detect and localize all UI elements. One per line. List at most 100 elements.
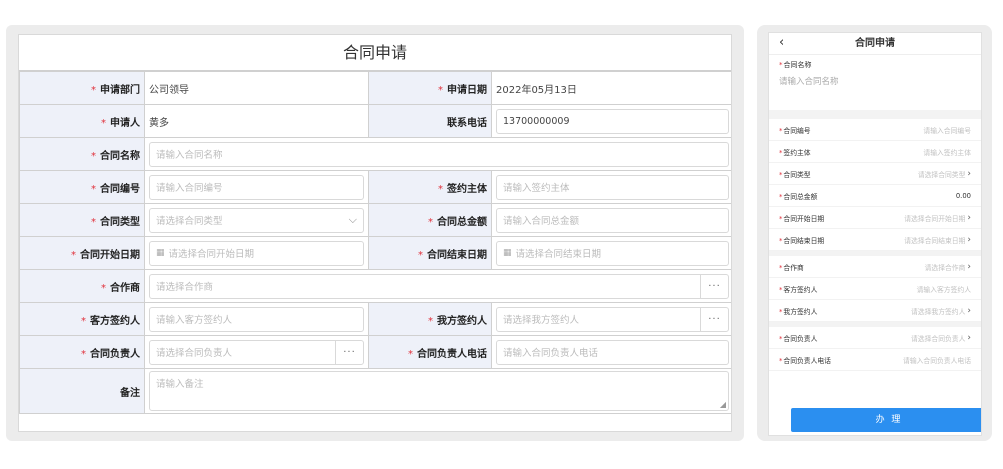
mobile-row-partner[interactable]: *合作商 请选择合作商 › — [769, 256, 981, 278]
more-icon[interactable]: ··· — [700, 273, 728, 299]
row-remark: 备注 请输入备注 ◢ — [19, 368, 731, 414]
row-signers: * 客方签约人 请输入客方签约人 * 我方签约人 请选择我方签约人 ··· — [19, 302, 731, 336]
required-mark: * — [779, 170, 783, 179]
start-date-picker[interactable]: ▦ 请选择合同开始日期 — [149, 240, 364, 266]
required-mark: * — [428, 315, 433, 327]
mobile-contract-name-input[interactable]: 请输入合同名称 — [779, 75, 971, 87]
back-icon[interactable]: ‹ — [779, 35, 784, 50]
chevron-right-icon: › — [967, 332, 971, 343]
required-mark: * — [779, 263, 783, 272]
end-date-picker[interactable]: ▦ 请选择合同结束日期 — [496, 240, 729, 266]
end-label: * 合同结束日期 — [368, 236, 492, 270]
chevron-right-icon: › — [967, 168, 971, 179]
mobile-row-our-signer[interactable]: *我方签约人 请选择我方签约人 › — [769, 300, 981, 322]
signing-subject-input[interactable]: 请输入签约主体 — [496, 174, 729, 200]
required-mark: * — [779, 61, 783, 69]
required-mark: * — [81, 348, 86, 360]
mobile-row-client-signer[interactable]: *客方签约人 请输入客方签约人 — [769, 278, 981, 300]
mobile-row-end[interactable]: *合同结束日期 请选择合同结束日期 › — [769, 229, 981, 251]
resize-handle-icon[interactable]: ◢ — [720, 400, 726, 409]
our-signer-label: * 我方签约人 — [368, 302, 492, 336]
required-mark: * — [101, 117, 106, 129]
chevron-down-icon: ⌵ — [348, 213, 357, 226]
mobile-panel: ‹ 合同申请 *合同名称 请输入合同名称 *合同编号 请输入合同编号 *签约主体… — [757, 25, 992, 441]
mobile-row-type[interactable]: *合同类型 请选择合同类型 › — [769, 163, 981, 185]
client-signer-input[interactable]: 请输入客方签约人 — [149, 306, 364, 332]
amount-label: * 合同总金额 — [368, 203, 492, 237]
required-mark: * — [418, 249, 423, 261]
number-label: * 合同编号 — [19, 170, 145, 204]
our-signer-select[interactable]: 请选择我方签约人 ··· — [496, 306, 729, 332]
partner-label: * 合作商 — [19, 269, 145, 303]
required-mark: * — [71, 249, 76, 261]
required-mark: * — [779, 126, 783, 135]
submit-button[interactable]: 办 理 — [791, 408, 981, 432]
mobile-contract-name-field[interactable]: *合同名称 请输入合同名称 — [769, 55, 981, 110]
remark-label: 备注 — [19, 368, 145, 414]
phone-label: 联系电话 — [368, 104, 492, 138]
owner-label: * 合同负责人 — [19, 335, 145, 369]
owner-select[interactable]: 请选择合同负责人 ··· — [149, 339, 364, 365]
applicant-value: 黄多 — [144, 104, 369, 138]
required-mark: * — [91, 216, 96, 228]
required-mark: * — [438, 84, 443, 96]
row-partner: * 合作商 请选择合作商 ··· — [19, 269, 731, 303]
chevron-right-icon: › — [967, 212, 971, 223]
desktop-panel: 合同申请 * 申请部门 公司领导 * 申请日期 2022年05月13日 * 申请人 黄… — [6, 25, 744, 441]
contract-amount-input[interactable]: 请输入合同总金额 — [496, 207, 729, 233]
contract-type-select[interactable]: 请选择合同类型 ⌵ — [149, 207, 364, 233]
partner-select[interactable]: 请选择合作商 ··· — [149, 273, 729, 299]
contract-name-input[interactable]: 请输入合同名称 — [149, 141, 729, 167]
section-divider — [769, 110, 981, 119]
mobile-row-owner-phone[interactable]: *合同负责人电话 请输入合同负责人电话 — [769, 349, 981, 371]
name-label: * 合同名称 — [19, 137, 145, 171]
required-mark: * — [779, 307, 783, 316]
row-dept-date: * 申请部门 公司领导 * 申请日期 2022年05月13日 — [19, 71, 731, 105]
required-mark: * — [91, 84, 96, 96]
phone-input[interactable]: 13700000009 — [496, 108, 729, 134]
mobile-row-owner[interactable]: *合同负责人 请选择合同负责人 › — [769, 327, 981, 349]
mobile-row-start[interactable]: *合同开始日期 请选择合同开始日期 › — [769, 207, 981, 229]
chevron-right-icon: › — [967, 305, 971, 316]
row-contract-name: * 合同名称 请输入合同名称 — [19, 137, 731, 171]
subject-label: * 签约主体 — [368, 170, 492, 204]
contract-number-input[interactable]: 请输入合同编号 — [149, 174, 364, 200]
more-icon[interactable]: ··· — [335, 339, 363, 365]
type-label: * 合同类型 — [19, 203, 145, 237]
dept-value: 公司领导 — [144, 71, 369, 105]
owner-phone-input[interactable]: 请输入合同负责人电话 — [496, 339, 729, 365]
row-owner: * 合同负责人 请选择合同负责人 ··· * 合同负责人电话 请输入合同负责人电话 — [19, 335, 731, 369]
calendar-icon: ▦ — [503, 248, 512, 258]
calendar-icon: ▦ — [156, 248, 165, 258]
remark-textarea[interactable]: 请输入备注 ◢ — [149, 371, 729, 411]
mobile-row-number[interactable]: *合同编号 请输入合同编号 — [769, 119, 981, 141]
contract-form-table: * 申请部门 公司领导 * 申请日期 2022年05月13日 * 申请人 黄多 联系电… — [19, 71, 731, 414]
required-mark: * — [438, 183, 443, 195]
chevron-right-icon: › — [967, 261, 971, 272]
required-mark: * — [779, 236, 783, 245]
mobile-screen: ‹ 合同申请 *合同名称 请输入合同名称 *合同编号 请输入合同编号 *签约主体… — [768, 32, 982, 436]
mobile-row-subject[interactable]: *签约主体 请输入签约主体 — [769, 141, 981, 163]
date-label: * 申请日期 — [368, 71, 492, 105]
date-value: 2022年05月13日 — [491, 71, 731, 105]
mobile-row-amount[interactable]: *合同总金额 0.00 — [769, 185, 981, 207]
required-mark: * — [779, 214, 783, 223]
required-mark: * — [779, 148, 783, 157]
required-mark: * — [428, 216, 433, 228]
mobile-title: 合同申请 — [855, 38, 895, 49]
row-applicant-phone: * 申请人 黄多 联系电话 13700000009 — [19, 104, 731, 138]
start-label: * 合同开始日期 — [19, 236, 145, 270]
form-title: 合同申请 — [19, 35, 731, 71]
row-start-end: * 合同开始日期 ▦ 请选择合同开始日期 * 合同结束日期 ▦ 请选择合同结束日期 — [19, 236, 731, 270]
required-mark: * — [779, 192, 783, 201]
required-mark: * — [101, 282, 106, 294]
more-icon[interactable]: ··· — [700, 306, 728, 332]
required-mark: * — [779, 285, 783, 294]
mobile-header: ‹ 合同申请 — [769, 33, 981, 55]
row-type-amount: * 合同类型 请选择合同类型 ⌵ * 合同总金额 请输入合同总金额 — [19, 203, 731, 237]
mobile-footer: 办 理 — [769, 405, 981, 435]
dept-label: * 申请部门 — [19, 71, 145, 105]
required-mark: * — [779, 334, 783, 343]
owner-phone-label: * 合同负责人电话 — [368, 335, 492, 369]
chevron-right-icon: › — [967, 234, 971, 245]
